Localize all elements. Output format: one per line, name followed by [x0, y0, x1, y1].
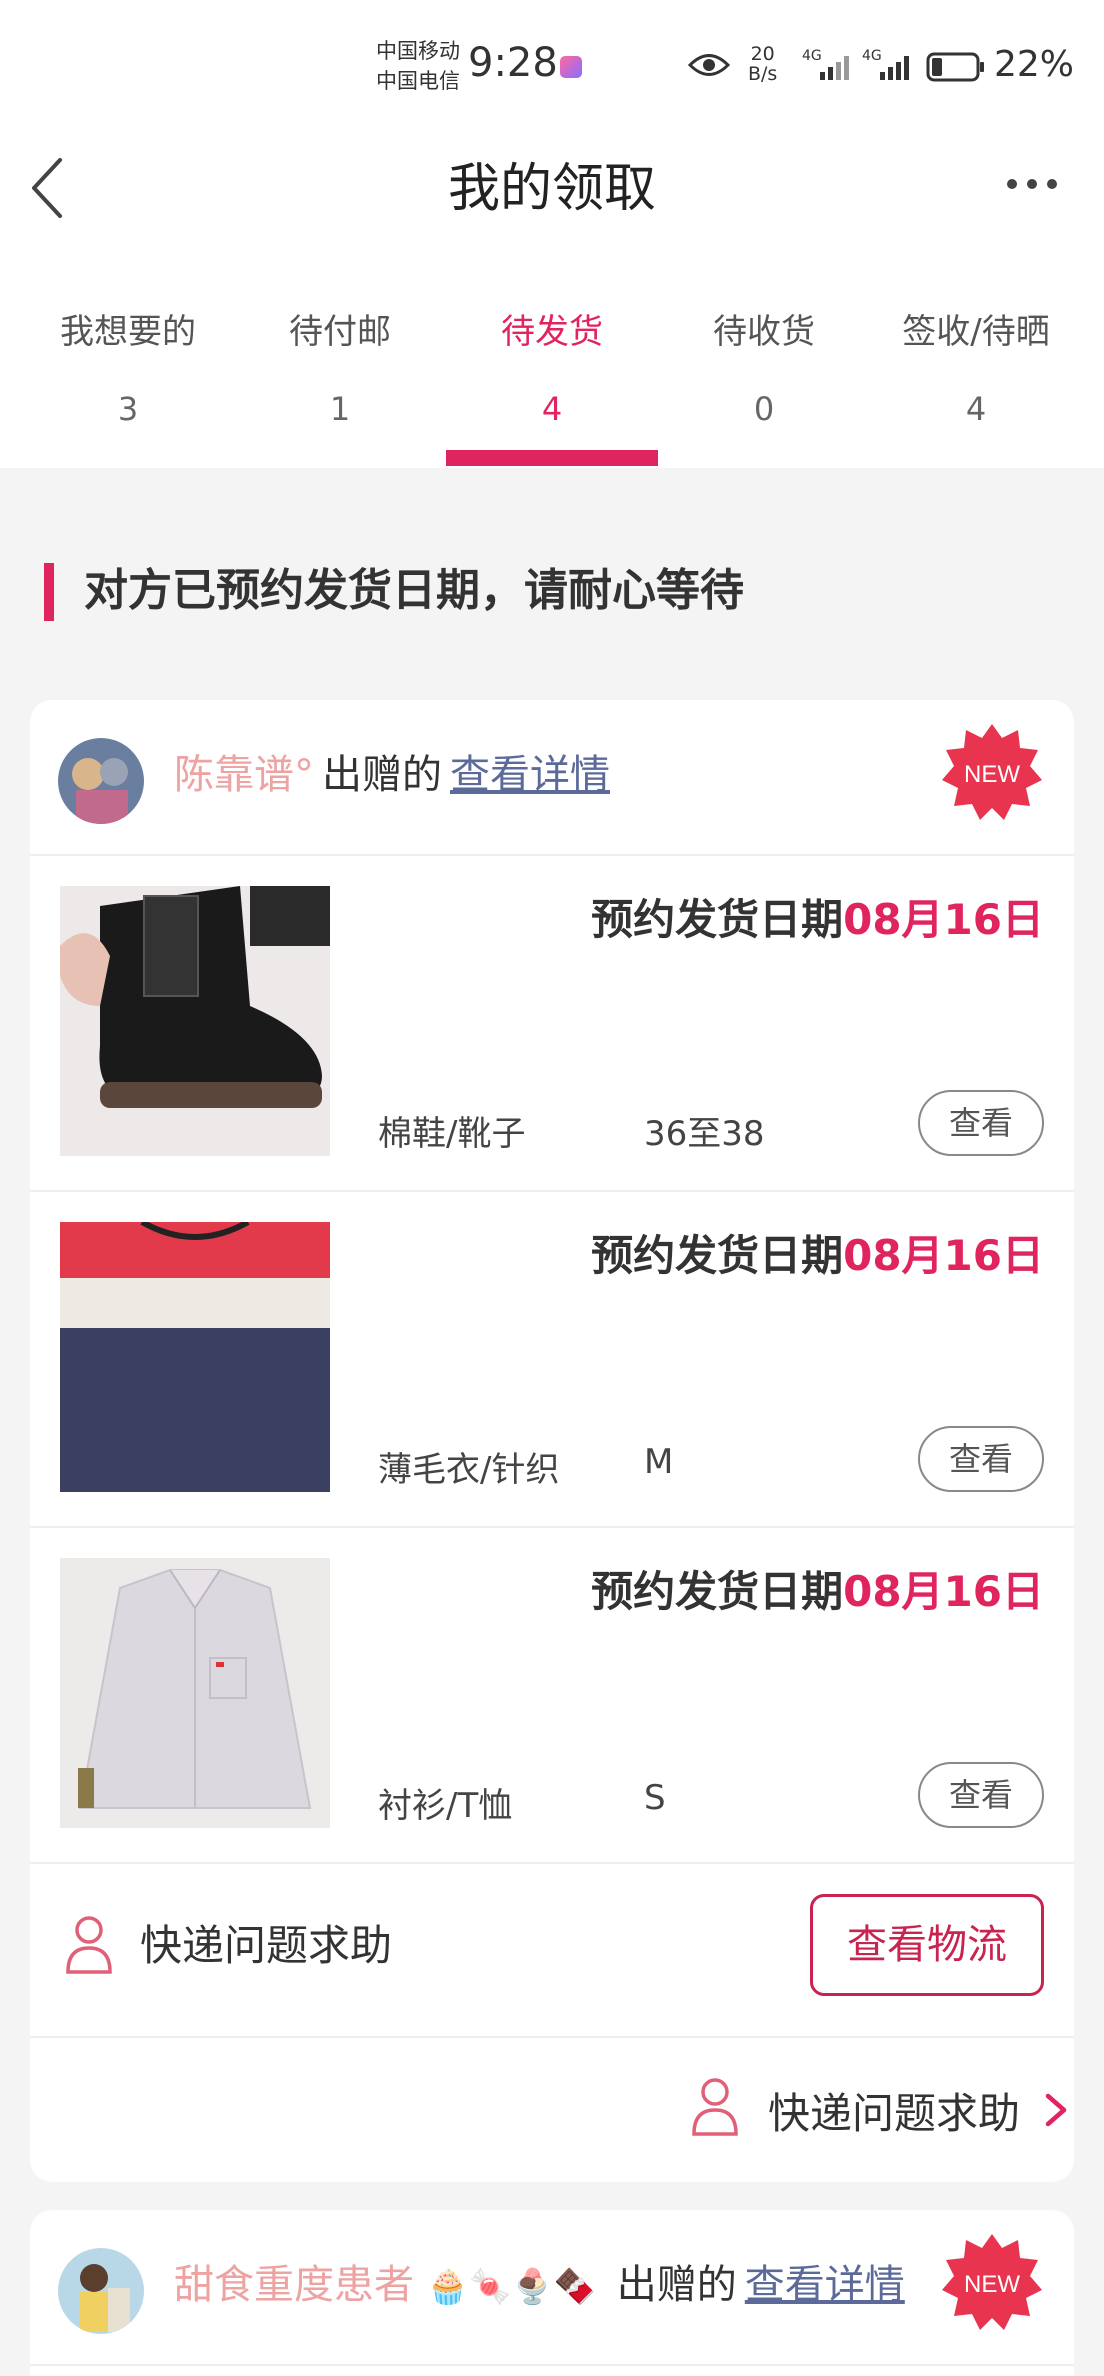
- carrier-1: 中国移动: [376, 39, 460, 63]
- page-title: 我的领取: [447, 159, 656, 219]
- shipping-help-row: 快递问题求助 查看物流: [30, 1864, 1074, 2038]
- item-row: 预约发货日期08月16日 棉鞋/靴子 36至38 查看: [30, 856, 1074, 1192]
- carrier-labels: 中国移动 中国电信: [376, 36, 460, 96]
- net-speed: 20 B/s: [748, 44, 777, 84]
- ship-date-value: 08月16日: [843, 895, 1044, 944]
- signal-bars-icon: [820, 56, 849, 80]
- shipment-notice: 对方已预约发货日期，请耐心等待: [0, 560, 1104, 622]
- notice-accent-bar: [44, 563, 54, 621]
- item-category: 衬衫/T恤: [378, 1786, 513, 1826]
- status-time: 9:28: [468, 40, 558, 86]
- giver-emoji: 🧁🍬🍨🍫: [426, 2267, 597, 2307]
- signal-bars-icon: [880, 56, 909, 80]
- avatar[interactable]: [58, 2248, 144, 2334]
- eye-icon: [688, 54, 730, 76]
- item-size: S: [644, 1778, 666, 1818]
- card-header: 甜食重度患者 🧁🍬🍨🍫 出赠的 查看详情 NEW: [30, 2210, 1074, 2366]
- giver-name[interactable]: 陈靠谱°: [174, 752, 314, 798]
- avatar-image: [58, 2248, 144, 2334]
- battery-icon: [926, 52, 984, 82]
- item-row: 预约发货日期08月16日 衬衫/T恤 S 查看: [30, 1528, 1074, 1864]
- ship-date-label: 预约发货日期: [591, 1231, 844, 1280]
- tab-count: 1: [329, 390, 351, 428]
- view-logistics-button[interactable]: 查看物流: [810, 1894, 1044, 1996]
- status-tabs: 我想要的 3 待付邮 1 待发货 4 待收货 0 签收/待晒 4: [0, 250, 1104, 468]
- status-bar: 中国移动 中国电信 9:28 20 B/s 4G 4G 22%: [0, 0, 1104, 130]
- new-badge-label: NEW: [964, 761, 1020, 788]
- item-row: 预约发货日期08月16日 薄毛衣/针织 M 查看: [30, 1192, 1074, 1528]
- avatar-image: [58, 738, 144, 824]
- gift-card: 陈靠谱° 出赠的 查看详情 NEW 预约发货日期08月16日 棉鞋/靴子 36至38…: [30, 700, 1074, 2182]
- new-badge-label: NEW: [964, 2271, 1020, 2298]
- ship-date-value: 08月16日: [843, 1567, 1044, 1616]
- ship-date-label: 预约发货日期: [591, 1567, 844, 1616]
- tab-count: 3: [117, 390, 139, 428]
- item-thumbnail-sweater[interactable]: [60, 1222, 330, 1492]
- tab-want[interactable]: 我想要的 3: [22, 250, 234, 468]
- giver-verb: 出赠的: [322, 752, 442, 798]
- ship-date: 预约发货日期08月16日: [591, 1558, 1044, 1619]
- item-thumbnail-shirt[interactable]: [60, 1558, 330, 1828]
- carrier-2: 中国电信: [376, 69, 460, 93]
- boot-image: [60, 886, 330, 1156]
- tab-count: 4: [965, 390, 987, 428]
- tab-signed-review[interactable]: 签收/待晒 4: [870, 250, 1082, 468]
- tab-count: 4: [541, 390, 563, 428]
- net-speed-value: 20: [750, 43, 775, 65]
- tab-label: 待发货: [501, 312, 603, 352]
- ship-date: 预约发货日期08月16日: [591, 886, 1044, 947]
- tab-pending-receipt[interactable]: 待收货 0: [658, 250, 870, 468]
- item-thumbnail-boots[interactable]: [60, 886, 330, 1156]
- giver-name[interactable]: 甜食重度患者: [174, 2262, 414, 2308]
- net-speed-unit: B/s: [748, 63, 778, 85]
- avatar[interactable]: [58, 738, 144, 824]
- view-item-button[interactable]: 查看: [918, 1762, 1044, 1828]
- shipping-help-text[interactable]: 快递问题求助: [140, 1912, 392, 1973]
- sweater-image: [60, 1222, 330, 1492]
- nav-bar: 我的领取: [0, 130, 1104, 250]
- view-item-button[interactable]: 查看: [918, 1090, 1044, 1156]
- battery-percent: 22%: [994, 44, 1075, 85]
- tab-label: 待付邮: [289, 312, 391, 352]
- item-size: M: [644, 1442, 674, 1482]
- item-size: 36至38: [644, 1114, 765, 1154]
- person-icon: [66, 1916, 112, 1974]
- card-header: 陈靠谱° 出赠的 查看详情 NEW: [30, 700, 1074, 856]
- more-horizontal-icon[interactable]: [1004, 176, 1060, 192]
- ship-date-value: 08月16日: [843, 1231, 1044, 1280]
- notice-text: 对方已预约发货日期，请耐心等待: [84, 565, 744, 616]
- new-badge: NEW: [942, 724, 1042, 820]
- tab-pending-shipment[interactable]: 待发货 4: [446, 250, 658, 468]
- active-tab-indicator: [446, 450, 658, 466]
- signal-icon-2: 4G: [862, 48, 918, 82]
- giver-line: 陈靠谱° 出赠的 查看详情: [174, 744, 610, 806]
- ship-date: 预约发货日期08月16日: [591, 1222, 1044, 1283]
- signal-icon-1: 4G: [802, 48, 858, 82]
- tab-pending-postage[interactable]: 待付邮 1: [234, 250, 446, 468]
- person-icon: [692, 2078, 738, 2136]
- view-details-link[interactable]: 查看详情: [745, 2262, 905, 2308]
- tab-label: 我想要的: [60, 312, 196, 352]
- view-item-button[interactable]: 查看: [918, 1426, 1044, 1492]
- shirt-image: [60, 1558, 330, 1828]
- view-details-link[interactable]: 查看详情: [450, 752, 610, 798]
- app-notification-icon: [560, 56, 582, 78]
- chevron-right-icon: [1045, 2093, 1067, 2127]
- tab-label: 签收/待晒: [902, 312, 1050, 352]
- giver-line: 甜食重度患者 🧁🍬🍨🍫 出赠的 查看详情: [174, 2254, 905, 2318]
- giver-verb: 出赠的: [616, 2262, 737, 2308]
- tab-label: 待收货: [713, 312, 815, 352]
- shipping-help-link-text: 快递问题求助: [768, 2089, 1021, 2138]
- tab-count: 0: [753, 390, 775, 428]
- gift-card: 甜食重度患者 🧁🍬🍨🍫 出赠的 查看详情 NEW: [30, 2210, 1074, 2376]
- shipping-help-link-row: 快递问题求助: [30, 2038, 1074, 2178]
- item-category: 薄毛衣/针织: [378, 1450, 560, 1490]
- ship-date-label: 预约发货日期: [591, 895, 844, 944]
- new-badge: NEW: [942, 2234, 1042, 2330]
- item-category: 棉鞋/靴子: [378, 1114, 526, 1154]
